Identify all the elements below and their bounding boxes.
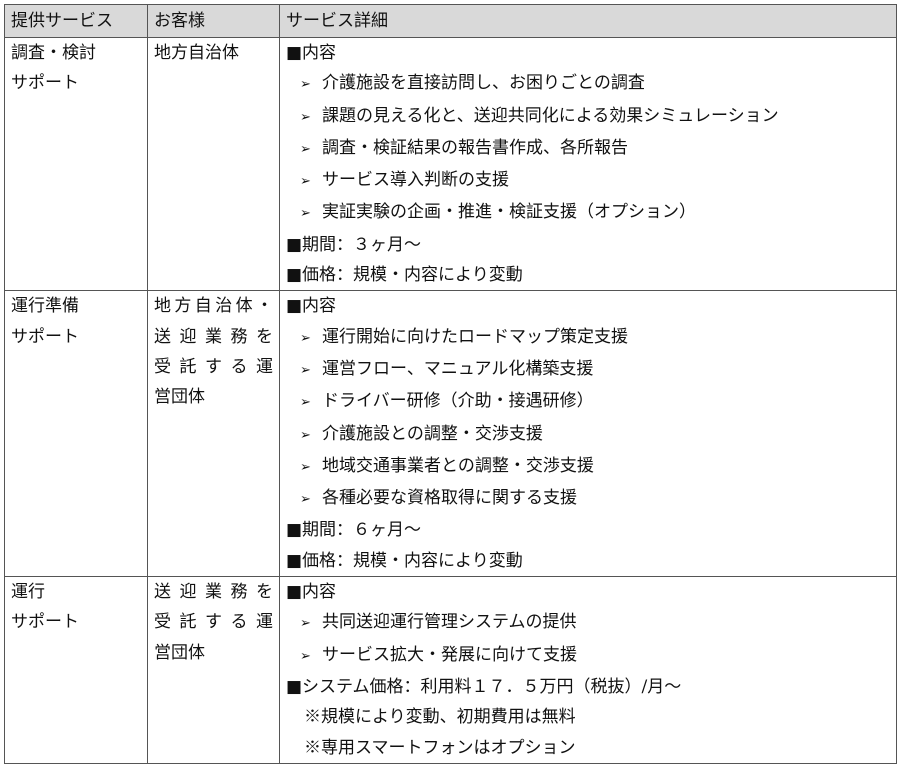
detail-bullet-text: 地域交通事業者との調整・交渉支援 (322, 455, 594, 476)
detail-bullet-text: 介護施設との調整・交渉支援 (322, 423, 543, 444)
detail-bullet-text: 課題の見える化と、送迎共同化による効果シミュレーション (322, 105, 779, 126)
customer-line: 地方自治体 (154, 43, 239, 63)
detail-cell: ■内容 ➢ 共同送迎運行管理システムの提供 ➢ サービス拡大・発展に向けて支援 ■システム… (279, 576, 897, 764)
table-body: 調査・検討 サポート 地方自治体 ■内容 ➢ 介護施設を直接訪問し、お困りごとの調査 ➢ 課題… (4, 36, 897, 764)
detail-heading: ■内容 (286, 43, 337, 63)
arrow-bullet-icon: ➢ (300, 141, 311, 157)
detail-cell: ■内容 ➢ 介護施設を直接訪問し、お困りごとの調査 ➢ 課題の見える化と、送迎共同化によ… (279, 36, 897, 292)
arrow-bullet-icon: ➢ (300, 459, 311, 475)
arrow-bullet-icon: ➢ (300, 206, 311, 222)
arrow-bullet-icon: ➢ (300, 616, 311, 632)
service-cell: 調査・検討 サポート (4, 36, 148, 292)
header-detail: サービス詳細 (279, 4, 897, 38)
customer-line: 営団体 (154, 387, 205, 408)
detail-bullet-item: ➢ 介護施設との調整・交渉支援 (286, 419, 890, 451)
detail-bullet-item: ➢ 調査・検証結果の報告書作成、各所報告 (286, 133, 890, 165)
detail-heading: ■期間：６ヶ月～ (286, 520, 422, 541)
arrow-bullet-icon: ➢ (300, 427, 311, 443)
customer-cell: 送迎業務を受託する運営団体 (147, 576, 280, 764)
detail-heading: ■価格：規模・内容により変動 (286, 265, 523, 286)
service-cell: 運行 サポート (4, 576, 148, 764)
detail-cell: ■内容 ➢ 運行開始に向けたロードマップ策定支援 ➢ 運営フロー、マニュアル化構築支援 ➢… (279, 290, 897, 578)
table-row: 調査・検討 サポート 地方自治体 ■内容 ➢ 介護施設を直接訪問し、お困りごとの調査 ➢ 課題… (4, 36, 897, 292)
service-table: 提供サービス お客様 サービス詳細 調査・検討 サポート 地方自治体 ■内容 ➢ 介護施設… (4, 4, 897, 764)
header-service: 提供サービス (4, 4, 148, 38)
detail-bullet-item: ➢ サービス拡大・発展に向けて支援 (286, 640, 890, 672)
detail-bullet-text: 介護施設を直接訪問し、お困りごとの調査 (322, 73, 645, 94)
detail-bullet-item: ➢ 運営フロー、マニュアル化構築支援 (286, 354, 890, 386)
detail-bullet-text: 共同送迎運行管理システムの提供 (322, 612, 577, 633)
detail-bullet-item: ➢ 各種必要な資格取得に関する支援 (286, 483, 890, 515)
detail-note: ※規模により変動、初期費用は無料 (304, 707, 576, 728)
service-name-line: 運行準備 (11, 296, 79, 317)
detail-heading: ■価格：規模・内容により変動 (286, 550, 523, 571)
detail-bullet-text: 運営フロー、マニュアル化構築支援 (322, 358, 594, 379)
customer-cell: 地方自治体 (147, 36, 280, 292)
arrow-bullet-icon: ➢ (300, 77, 311, 93)
customer-line: 受託する運 (154, 356, 273, 377)
detail-bullet-text: ドライバー研修（介助・接遇研修） (322, 391, 594, 412)
arrow-bullet-icon: ➢ (300, 330, 311, 346)
table-row: 運行 サポート 送迎業務を 受託する運 営団体 ■内容 ➢ 共同送迎運行管理システムの提供 ➢ サ… (4, 576, 897, 764)
detail-bullet-text: サービス拡大・発展に向けて支援 (322, 644, 577, 665)
detail-bullet-item: ➢ 課題の見える化と、送迎共同化による効果シミュレーション (286, 101, 890, 133)
customer-line: 地方自治体・ (154, 296, 273, 317)
detail-note: ※専用スマートフォンはオプション (304, 737, 576, 758)
detail-bullet-text: サービス導入判断の支援 (322, 170, 509, 191)
detail-bullet-item: ➢ 運行開始に向けたロードマップ策定支援 (286, 322, 890, 354)
service-name-line: サポート (11, 73, 79, 94)
detail-bullet-text: 運行開始に向けたロードマップ策定支援 (322, 326, 628, 347)
service-cell: 運行準備 サポート (4, 290, 148, 578)
detail-bullet-item: ➢ サービス導入判断の支援 (286, 165, 890, 197)
service-name-line: サポート (11, 612, 79, 633)
table-row: 運行準備 サポート 地方自治体・ 送迎業務を 受託する運 営団体 ■内容 ➢ 運行開始に向けたロ… (4, 290, 897, 578)
arrow-bullet-icon: ➢ (300, 648, 311, 664)
service-name-line: サポート (11, 326, 79, 347)
detail-heading: ■期間：３ヶ月～ (286, 234, 422, 255)
arrow-bullet-icon: ➢ (300, 109, 311, 125)
detail-bullet-item: ➢ 介護施設を直接訪問し、お困りごとの調査 (286, 68, 890, 100)
customer-line: 送迎業務を (154, 326, 273, 347)
detail-bullet-item: ➢ ドライバー研修（介助・接遇研修） (286, 386, 890, 418)
customer-line: 送迎業務を (154, 582, 273, 603)
detail-bullet-item: ➢ 地域交通事業者との調整・交渉支援 (286, 451, 890, 483)
arrow-bullet-icon: ➢ (300, 492, 311, 508)
detail-heading: ■内容 (286, 296, 337, 317)
customer-line: 営団体 (154, 642, 205, 663)
customer-line: 受託する運 (154, 612, 273, 633)
customer-cell: 地方自治体・ 送迎業務を受託する運営団体 (147, 290, 280, 578)
arrow-bullet-icon: ➢ (300, 362, 311, 378)
arrow-bullet-icon: ➢ (300, 174, 311, 190)
detail-heading: ■システム価格：利用料１７．５万円（税抜）/月～ (286, 676, 682, 697)
detail-heading: ■内容 (286, 582, 337, 603)
header-customer: お客様 (147, 4, 280, 38)
detail-bullet-item: ➢ 共同送迎運行管理システムの提供 (286, 607, 890, 639)
service-name-line: 運行 (11, 582, 45, 603)
detail-bullet-text: 調査・検証結果の報告書作成、各所報告 (322, 137, 628, 158)
detail-bullet-text: 各種必要な資格取得に関する支援 (322, 488, 577, 509)
arrow-bullet-icon: ➢ (300, 395, 311, 411)
service-name-line: 調査・検討 (11, 43, 96, 63)
header-row: 提供サービス お客様 サービス詳細 (4, 4, 897, 38)
detail-bullet-item: ➢ 実証実験の企画・推進・検証支援（オプション） (286, 197, 890, 229)
detail-bullet-text: 実証実験の企画・推進・検証支援（オプション） (322, 202, 696, 223)
